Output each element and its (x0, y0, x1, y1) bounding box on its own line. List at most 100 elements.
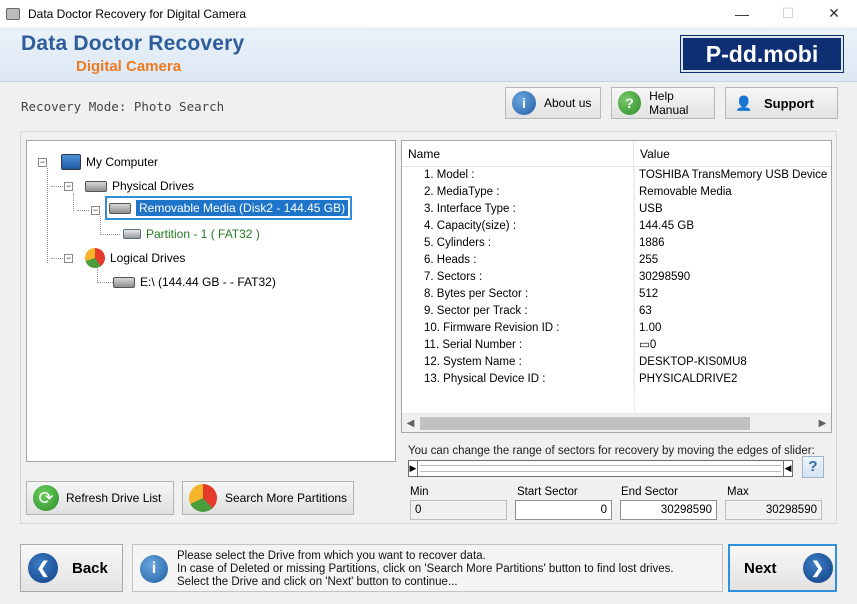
list-row[interactable]: 5. Cylinders : 1886 (402, 235, 831, 252)
row-name: 1. Model : (402, 167, 634, 184)
list-row[interactable]: 13. Physical Device ID : PHYSICALDRIVE2 (402, 371, 831, 388)
tree-line (100, 216, 101, 235)
horizontal-scrollbar[interactable]: ◀ ▶ (402, 413, 831, 432)
row-value: 1886 (639, 237, 665, 249)
message-line-2: In case of Deleted or missing Partitions… (177, 563, 674, 575)
next-button[interactable]: Next ❯ (728, 544, 837, 592)
list-row[interactable]: 3. Interface Type : USB (402, 201, 831, 218)
column-header-value[interactable]: Value (634, 141, 831, 166)
list-row[interactable]: 1. Model : TOSHIBA TransMemory USB Device (402, 167, 831, 184)
row-name: 13. Physical Device ID : (402, 371, 634, 388)
tree-line (97, 282, 113, 283)
slider-end-handle[interactable]: ◀ (783, 461, 792, 476)
drive-icon (113, 276, 135, 288)
row-name: 12. System Name : (402, 354, 634, 371)
row-value: 63 (639, 305, 652, 317)
partition-icon (123, 229, 141, 239)
slider-start-handle[interactable]: ▶ (409, 461, 418, 476)
end-sector-label: End Sector (621, 486, 678, 498)
slider-instruction: You can change the range of sectors for … (408, 445, 815, 457)
title-bar: Data Doctor Recovery for Digital Camera … (0, 0, 857, 27)
start-sector-input[interactable]: 0 (515, 500, 612, 520)
drive-e-label: E:\ (144.44 GB - - FAT32) (140, 275, 276, 289)
removable-media-label: Removable Media (Disk2 - 144.45 GB) (136, 200, 349, 216)
row-value: USB (639, 203, 663, 215)
recovery-mode-label: Recovery Mode: Photo Search (21, 99, 225, 114)
help-manual-button[interactable]: ? Help Manual (611, 87, 715, 119)
list-row[interactable]: 4. Capacity(size) : 144.45 GB (402, 218, 831, 235)
row-value: 255 (639, 254, 659, 266)
scrollbar-thumb[interactable] (420, 416, 750, 430)
collapse-logical-drives[interactable]: − (64, 254, 73, 263)
list-row[interactable]: 7. Sectors : 30298590 (402, 269, 831, 286)
list-row[interactable]: 8. Bytes per Sector : 512 (402, 286, 831, 303)
refresh-drive-list-button[interactable]: ⟳ Refresh Drive List (26, 481, 174, 515)
minimize-button[interactable]: — (719, 0, 765, 27)
mode-bar: Recovery Mode: Photo Search i About us ?… (0, 82, 857, 127)
scroll-right-arrow-icon[interactable]: ▶ (814, 418, 831, 429)
close-button[interactable]: ✕ (811, 0, 857, 27)
tree-line (100, 234, 120, 235)
row-name: 4. Capacity(size) : (402, 218, 634, 235)
row-value: 30298590 (639, 271, 691, 283)
list-row[interactable]: 6. Heads : 255 (402, 252, 831, 269)
brand-subtitle: Digital Camera (76, 58, 182, 75)
window-title: Data Doctor Recovery for Digital Camera (28, 6, 247, 21)
search-more-partitions-button[interactable]: Search More Partitions (182, 481, 354, 515)
column-header-name[interactable]: Name (402, 141, 634, 166)
removable-drive-icon (109, 202, 131, 214)
drive-tree[interactable]: − My Computer − Physical Drives − Remova… (26, 140, 396, 462)
list-row[interactable]: 10. Firmware Revision ID : 1.00 (402, 320, 831, 337)
row-value: 1.00 (639, 322, 662, 334)
message-line-3: Select the Drive and click on 'Next' but… (177, 576, 458, 588)
pie-chart-icon (189, 484, 217, 512)
instruction-message: i Please select the Drive from which you… (132, 544, 723, 592)
min-label: Min (410, 486, 429, 498)
collapse-removable-media[interactable]: − (91, 206, 100, 215)
row-value: 512 (639, 288, 659, 300)
about-us-button[interactable]: i About us (505, 87, 601, 119)
slider-help-button[interactable]: ? (802, 456, 824, 478)
partition-label: Partition - 1 ( FAT32 ) (146, 227, 260, 241)
tree-node-partition-1[interactable]: Partition - 1 ( FAT32 ) (123, 227, 260, 241)
info-icon: i (140, 555, 168, 583)
row-name: 11. Serial Number : (402, 337, 634, 354)
sector-range-slider[interactable]: ▶ ◀ (408, 460, 793, 477)
drive-properties-list[interactable]: Name Value 1. Model : TOSHIBA TransMemory… (401, 140, 832, 433)
collapse-my-computer[interactable]: − (38, 158, 47, 167)
list-row[interactable]: 11. Serial Number : ▭0 (402, 337, 831, 354)
row-value: ▭0 (639, 339, 657, 351)
back-label: Back (72, 559, 108, 577)
support-button[interactable]: 👤 Support (725, 87, 838, 119)
tree-node-my-computer[interactable]: My Computer (61, 154, 158, 170)
collapse-physical-drives[interactable]: − (64, 182, 73, 191)
back-button[interactable]: ❮ Back (20, 544, 123, 592)
tree-node-removable-media[interactable]: Removable Media (Disk2 - 144.45 GB) (105, 196, 353, 220)
list-body: 1. Model : TOSHIBA TransMemory USB Device… (402, 167, 831, 388)
list-row[interactable]: 9. Sector per Track : 63 (402, 303, 831, 320)
scroll-left-arrow-icon[interactable]: ◀ (402, 418, 419, 429)
tree-line (77, 210, 89, 211)
search-more-label: Search More Partitions (225, 491, 348, 505)
header-banner: Data Doctor Recovery Digital Camera P-dd… (0, 27, 857, 82)
tree-line (51, 258, 65, 259)
brand-logo: P-dd.mobi (680, 35, 844, 73)
message-line-1: Please select the Drive from which you w… (177, 550, 486, 562)
start-sector-label: Start Sector (517, 486, 578, 498)
tree-node-drive-e[interactable]: E:\ (144.44 GB - - FAT32) (113, 275, 276, 289)
row-value: DESKTOP-KIS0MU8 (639, 356, 747, 368)
help-icon: ? (618, 91, 642, 115)
tree-node-logical-drives[interactable]: Logical Drives (85, 248, 185, 268)
tree-line (51, 186, 65, 187)
about-us-label: About us (544, 96, 592, 110)
row-value: 144.45 GB (639, 220, 694, 232)
list-row[interactable]: 12. System Name : DESKTOP-KIS0MU8 (402, 354, 831, 371)
brand-title: Data Doctor Recovery (21, 32, 245, 55)
row-value: PHYSICALDRIVE2 (639, 373, 738, 385)
end-sector-input[interactable]: 30298590 (620, 500, 717, 520)
row-name: 9. Sector per Track : (402, 303, 634, 320)
next-arrow-icon: ❯ (802, 553, 833, 583)
window-controls: — ☐ ✕ (719, 0, 857, 27)
list-row[interactable]: 2. MediaType : Removable Media (402, 184, 831, 201)
tree-node-physical-drives[interactable]: Physical Drives (85, 179, 194, 193)
